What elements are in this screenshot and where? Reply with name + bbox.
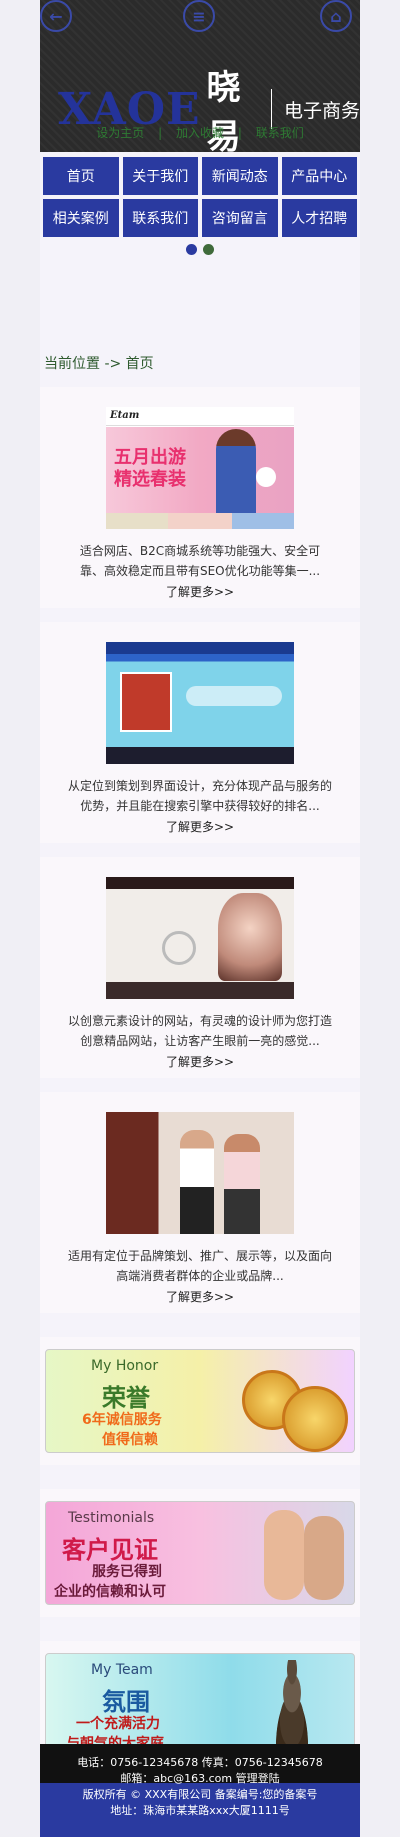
banner-en-title: My Honor xyxy=(91,1358,159,1374)
site-header: ← ≡ ⌂ XAOE 晓易 电子商务 设为主页 | 加入收藏 | 联系我们 xyxy=(40,0,360,152)
testimonials-banner-image[interactable]: Testimonials 客户见证 服务已得到 企业的信赖和认可 xyxy=(45,1501,355,1605)
case-card[interactable]: 适用有定位于品牌策划、推广、展示等，以及面向高端消费者群体的企业或品牌... 了… xyxy=(40,1092,360,1313)
page: ← ≡ ⌂ XAOE 晓易 电子商务 设为主页 | 加入收藏 | 联系我们 首页… xyxy=(40,0,360,1837)
link-separator: | xyxy=(158,126,163,140)
case-card[interactable]: 从定位到策划到界面设计，充分体现产品与服务的优势，并且能在搜索引擎中获得较好的排… xyxy=(40,622,360,843)
footer-email[interactable]: 邮箱：abc@163.com 管理登陆 xyxy=(40,1770,360,1786)
case-description: 适用有定位于品牌策划、推广、展示等，以及面向高端消费者群体的企业或品牌... xyxy=(68,1249,333,1283)
contact-us-link[interactable]: 联系我们 xyxy=(256,126,304,140)
banner-subtitle: 服务已得到 xyxy=(92,1564,162,1580)
thumbs-up-icon xyxy=(304,1516,344,1600)
brand-divider xyxy=(270,89,272,129)
back-arrow-icon[interactable]: ← xyxy=(40,0,72,32)
banner-subtitle: 值得信赖 xyxy=(102,1432,158,1448)
slider-dot-active[interactable] xyxy=(186,244,197,255)
case-card[interactable]: Etam 五月出游 精选春装 适合网店、B2C商城系统等功能强大、安全可靠、高效… xyxy=(40,387,360,608)
banner-en-title: My Team xyxy=(91,1662,153,1678)
nav-consult[interactable]: 咨询留言 xyxy=(202,199,278,237)
slider-dot[interactable] xyxy=(203,244,214,255)
learn-more-link[interactable]: 了解更多>> xyxy=(50,818,350,835)
main-nav: 首页 关于我们 新闻动态 产品中心 相关案例 联系我们 咨询留言 人才招聘 xyxy=(40,152,360,242)
slider-dots xyxy=(40,242,360,257)
honor-banner-image[interactable]: My Honor 荣誉 6年诚信服务 值得信赖 xyxy=(45,1349,355,1453)
banner-cn-title: 氛围 xyxy=(102,1688,150,1716)
link-separator: | xyxy=(237,126,242,140)
case-thumbnail[interactable] xyxy=(106,877,294,999)
breadcrumb: 当前位置 -> 首页 xyxy=(44,356,154,372)
footer-copyright: 版权所有 © XXX有限公司 备案编号:您的备案号 xyxy=(82,1788,318,1801)
nav-home[interactable]: 首页 xyxy=(43,157,119,195)
case-thumbnail[interactable] xyxy=(106,642,294,764)
banner-subtitle: 一个充满活力 xyxy=(76,1716,160,1732)
banner-cn-title: 客户见证 xyxy=(62,1536,158,1564)
thumb-caption: 五月出游 精选春装 xyxy=(114,447,186,490)
nav-contact[interactable]: 联系我们 xyxy=(122,199,198,237)
team-banner-image[interactable]: My Team 氛围 一个充满活力 与朝气的大家庭 xyxy=(45,1653,355,1757)
nav-about[interactable]: 关于我们 xyxy=(122,157,198,195)
top-links: 设为主页 | 加入收藏 | 联系我们 xyxy=(40,124,360,141)
nav-jobs[interactable]: 人才招聘 xyxy=(281,199,357,237)
banner-subtitle: 6年诚信服务 xyxy=(82,1412,162,1428)
case-thumbnail[interactable] xyxy=(106,1112,294,1234)
testimonials-banner[interactable]: Testimonials 客户见证 服务已得到 企业的信赖和认可 xyxy=(40,1489,360,1617)
home-icon[interactable]: ⌂ xyxy=(320,0,352,32)
learn-more-link[interactable]: 了解更多>> xyxy=(50,1288,350,1305)
case-card[interactable]: 以创意元素设计的网站，有灵魂的设计师为您打造创意精品网站，让访客产生眼前一亮的感… xyxy=(40,857,360,1078)
learn-more-link[interactable]: 了解更多>> xyxy=(50,1053,350,1070)
set-homepage-link[interactable]: 设为主页 xyxy=(96,126,144,140)
banner-cn-title: 荣誉 xyxy=(102,1384,150,1412)
stacked-stones-icon xyxy=(264,1660,320,1754)
thumbs-up-icon xyxy=(264,1510,304,1600)
case-thumbnail[interactable]: Etam 五月出游 精选春装 xyxy=(106,407,294,529)
medal-icon xyxy=(282,1386,348,1452)
honor-banner[interactable]: My Honor 荣誉 6年诚信服务 值得信赖 xyxy=(40,1337,360,1465)
brand-tagline: 电子商务 xyxy=(283,99,360,122)
case-description: 以创意元素设计的网站，有灵魂的设计师为您打造创意精品网站，让访客产生眼前一亮的感… xyxy=(68,1014,333,1048)
case-description: 适合网店、B2C商城系统等功能强大、安全可靠、高效稳定而且带有SEO优化功能等集… xyxy=(79,544,321,578)
site-footer: 电话：0756-12345678 传真：0756-12345678 邮箱：abc… xyxy=(40,1744,360,1837)
footer-contact: 电话：0756-12345678 传真：0756-12345678 xyxy=(77,1756,323,1769)
nav-news[interactable]: 新闻动态 xyxy=(202,157,278,195)
case-description: 从定位到策划到界面设计，充分体现产品与服务的优势，并且能在搜索引擎中获得较好的排… xyxy=(68,779,333,813)
menu-icon[interactable]: ≡ xyxy=(183,0,215,32)
banner-en-title: Testimonials xyxy=(68,1510,155,1526)
learn-more-link[interactable]: 了解更多>> xyxy=(50,583,350,600)
nav-cases[interactable]: 相关案例 xyxy=(43,199,119,237)
banner-subtitle: 企业的信赖和认可 xyxy=(54,1584,166,1600)
add-favorite-link[interactable]: 加入收藏 xyxy=(176,126,224,140)
footer-address: 地址：珠海市某某路xxx大厦1111号 xyxy=(110,1804,290,1817)
nav-products[interactable]: 产品中心 xyxy=(281,157,357,195)
